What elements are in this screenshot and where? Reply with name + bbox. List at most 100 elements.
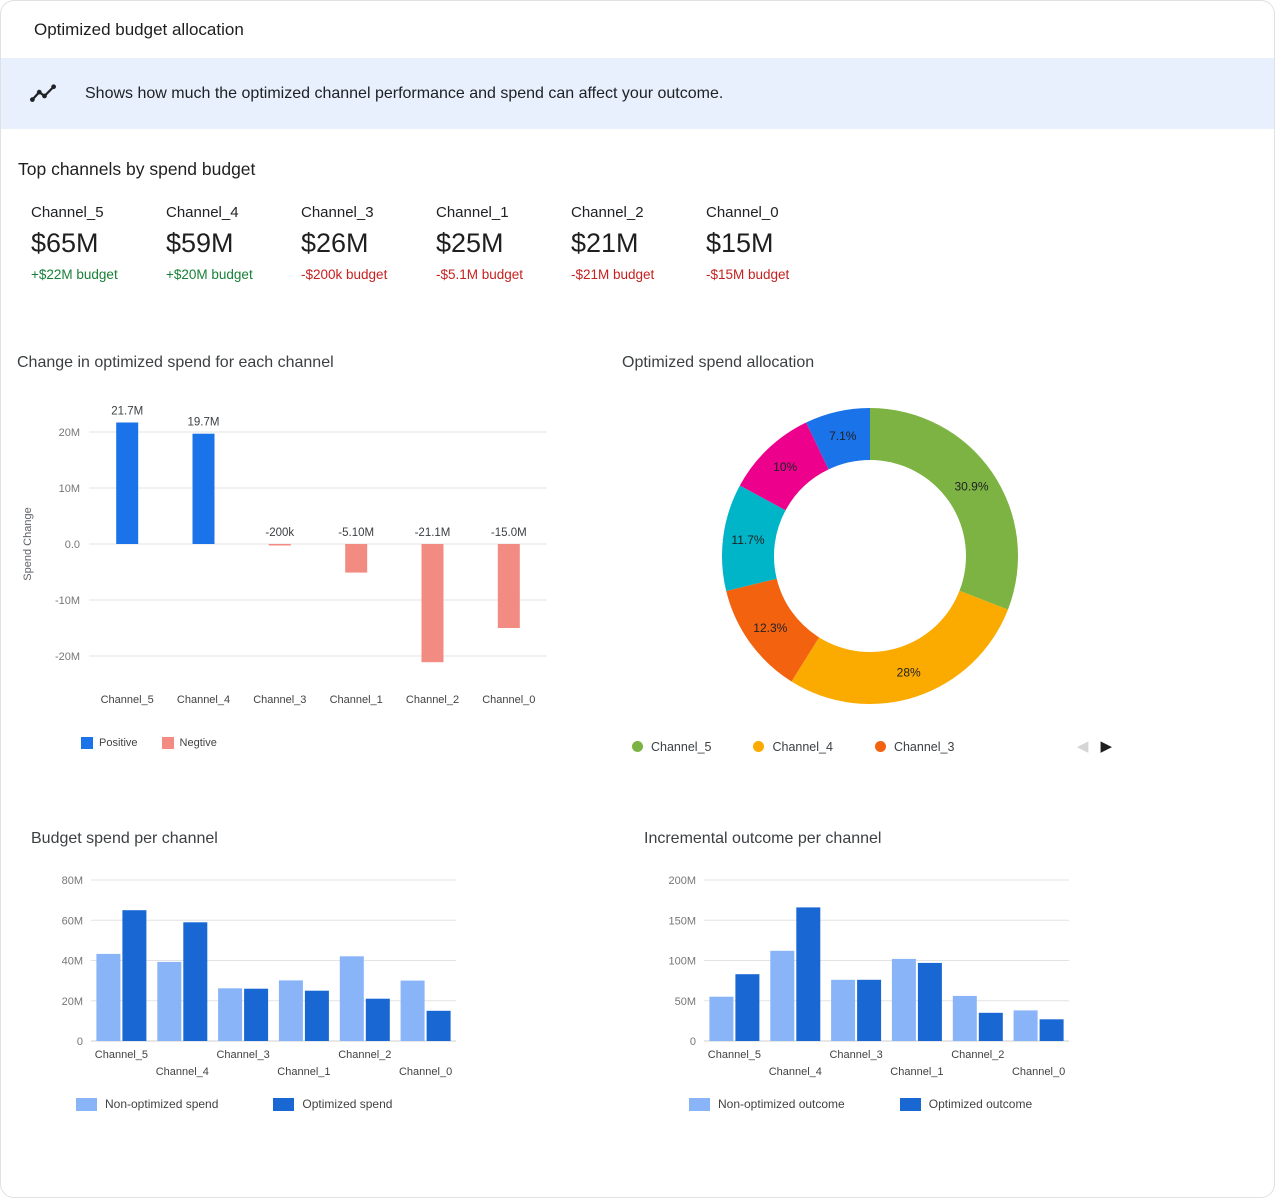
svg-text:Channel_1: Channel_1 [890,1066,943,1078]
legend-label: Optimized outcome [929,1097,1032,1111]
legend-label: Non-optimized outcome [718,1097,845,1111]
channel-budget-delta: +$20M budget [166,267,301,282]
svg-text:0: 0 [690,1036,696,1048]
legend-item-positive: Positive [81,737,138,749]
channel-budget-delta: -$15M budget [706,267,841,282]
svg-text:30.9%: 30.9% [954,480,988,494]
svg-text:-10M: -10M [55,595,80,607]
legend-item-channel-5: Channel_5 [632,740,711,754]
budget-spend-legend: Non-optimized spend Optimized spend [76,1097,614,1111]
svg-text:Channel_5: Channel_5 [101,694,154,706]
svg-text:Channel_0: Channel_0 [1012,1066,1065,1078]
legend-item-non-optimized-spend: Non-optimized spend [76,1097,218,1111]
svg-text:-21.1M: -21.1M [415,527,451,539]
budget-spend-chart: 020M40M60M80MChannel_5Channel_4Channel_3… [31,870,614,1087]
channel-name: Channel_5 [31,204,166,221]
positive-swatch [81,737,93,749]
channel-name: Channel_3 [301,204,436,221]
spend-change-svg: 20M10M0.0-10M-20M21.7MChannel_519.7MChan… [17,380,562,728]
insights-icon [28,79,58,109]
incremental-outcome-svg: 0 50M 100M 150M 200M Channel_5 Channel_4 Channe… [644,870,1204,1082]
spend-change-chart-title: Change in optimized spend for each chann… [17,354,606,372]
dashboard-card: Optimized budget allocation Shows how mu… [0,0,1275,1198]
channel-spend: $65M [31,228,166,259]
svg-text:20M: 20M [59,427,80,439]
svg-text:Channel_5: Channel_5 [95,1049,148,1061]
svg-text:28%: 28% [897,666,921,680]
legend-item-channel-4: Channel_4 [753,740,832,754]
channel-budget-delta: +$22M budget [31,267,166,282]
legend-label: Negtive [180,737,217,749]
channel-spend: $21M [571,228,706,259]
incremental-outcome-chart-title: Incremental outcome per channel [644,830,1274,848]
svg-text:-20M: -20M [55,651,80,663]
channel-4-dot [753,741,764,752]
channel-spend: $26M [301,228,436,259]
channel-spend: $15M [706,228,841,259]
svg-text:Channel_3: Channel_3 [216,1049,269,1061]
svg-text:Channel_3: Channel_3 [829,1049,882,1061]
top-channels-cards: Channel_5 $65M +$22M budget Channel_4 $5… [31,204,1274,282]
budget-spend-chart-title: Budget spend per channel [31,830,614,848]
svg-text:80M: 80M [62,875,83,887]
incremental-outcome-chart: 0 50M 100M 150M 200M Channel_5 Channel_4 Channe… [644,870,1274,1087]
channel-name: Channel_2 [571,204,706,221]
legend-pager: ◀ ▶ [1077,739,1112,754]
optimized-spend-swatch [273,1098,294,1111]
donut-slice-Channel_4[interactable] [791,591,1007,704]
svg-text:Channel_0: Channel_0 [399,1066,452,1078]
page-title: Optimized budget allocation [1,1,1274,58]
budget-spend-svg: 020M40M60M80MChannel_5Channel_4Channel_3… [31,870,591,1082]
legend-label: Channel_3 [894,740,954,754]
spend-change-chart: 20M10M0.0-10M-20M21.7MChannel_519.7MChan… [17,380,606,733]
svg-text:Channel_2: Channel_2 [951,1049,1004,1061]
legend-prev-button[interactable]: ◀ [1077,739,1089,754]
legend-item-negative: Negtive [162,737,217,749]
channel-card: Channel_3 $26M -$200k budget [301,204,436,282]
channel-spend: $25M [436,228,571,259]
spend-allocation-svg: 30.9%28%12.3%11.7%10%7.1% [622,380,1272,732]
svg-text:Channel_4: Channel_4 [156,1066,209,1078]
channel-budget-delta: -$200k budget [301,267,436,282]
svg-text:Channel_2: Channel_2 [406,694,459,706]
svg-text:11.7%: 11.7% [731,533,764,547]
legend-item-non-optimized-outcome: Non-optimized outcome [689,1097,845,1111]
svg-text:200M: 200M [668,875,696,887]
svg-text:150M: 150M [668,915,696,927]
channel-card: Channel_5 $65M +$22M budget [31,204,166,282]
spend-change-legend: Positive Negtive [81,737,606,749]
channel-spend: $59M [166,228,301,259]
legend-label: Channel_5 [651,740,711,754]
channel-card: Channel_1 $25M -$5.1M budget [436,204,571,282]
svg-text:Channel_0: Channel_0 [482,694,535,706]
legend-item-channel-3: Channel_3 [875,740,954,754]
spend-allocation-chart-title: Optimized spend allocation [622,354,1274,372]
top-channels-heading: Top channels by spend budget [18,159,1274,180]
non-optimized-outcome-swatch [689,1098,710,1111]
banner-text: Shows how much the optimized channel per… [85,85,723,103]
svg-text:-200k: -200k [265,527,294,539]
svg-text:-15.0M: -15.0M [491,527,527,539]
info-banner: Shows how much the optimized channel per… [1,58,1274,129]
spend-allocation-donut: 30.9%28%12.3%11.7%10%7.1% [622,380,1274,737]
non-optimized-spend-swatch [76,1098,97,1111]
negative-swatch [162,737,174,749]
svg-text:12.3%: 12.3% [753,621,787,635]
spend-allocation-legend: Channel_5 Channel_4 Channel_3 ◀ ▶ [632,739,1262,754]
legend-label: Optimized spend [302,1097,392,1111]
svg-text:Channel_1: Channel_1 [277,1066,330,1078]
svg-text:Channel_1: Channel_1 [330,694,383,706]
svg-text:Channel_2: Channel_2 [338,1049,391,1061]
svg-text:100M: 100M [668,956,696,968]
svg-text:10%: 10% [773,460,797,474]
optimized-outcome-swatch [900,1098,921,1111]
donut-slice-Channel_5[interactable] [870,408,1018,610]
svg-text:0: 0 [77,1036,83,1048]
svg-text:Channel_4: Channel_4 [769,1066,822,1078]
svg-text:40M: 40M [62,956,83,968]
svg-text:50M: 50M [675,996,696,1008]
svg-text:0.0: 0.0 [65,539,80,551]
channel-card: Channel_4 $59M +$20M budget [166,204,301,282]
legend-next-button[interactable]: ▶ [1100,739,1112,754]
svg-text:Channel_5: Channel_5 [708,1049,761,1061]
